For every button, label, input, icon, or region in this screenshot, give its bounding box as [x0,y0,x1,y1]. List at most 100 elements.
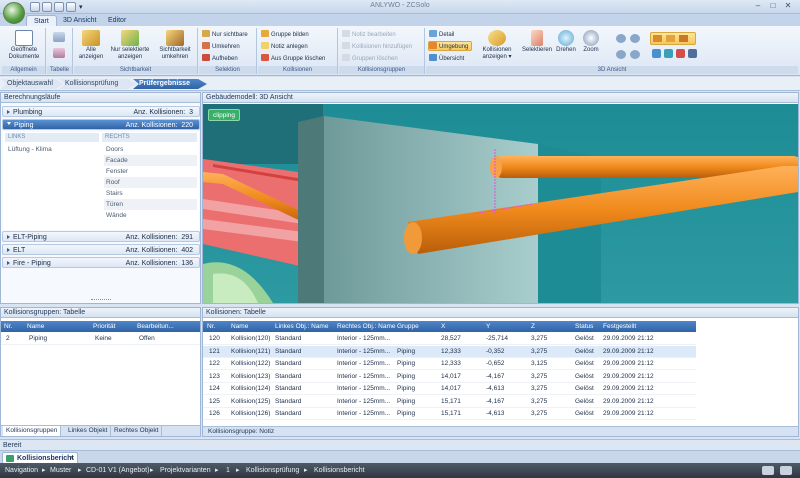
nav-item[interactable]: Kollisionsbericht [314,463,365,478]
column-header[interactable]: Linkes Obj.: Name [275,321,328,332]
close-icon[interactable]: ✕ [782,1,794,12]
add-collisions-button[interactable]: Kollisionen hinzufügen [342,42,412,52]
open-documents-button[interactable]: Geöffnete Dokumente [4,30,44,61]
doc-tab-kollisionsbericht[interactable]: Kollisionsbericht × [2,452,78,463]
column-header[interactable]: Festgestellt [603,321,636,332]
detail-button[interactable]: Detail [429,30,454,40]
view-top-icon[interactable] [679,35,688,42]
column-header[interactable]: Gruppe [397,321,419,332]
zoom-in-icon[interactable] [616,34,626,43]
tab-rechtes-objekt[interactable]: Rechtes Objekt [111,426,163,436]
column-header[interactable]: Name [27,321,44,332]
column-header[interactable]: X [441,321,445,332]
zoom-fit-icon[interactable] [630,50,640,59]
column-header[interactable]: Bearbeitun... [137,321,174,332]
clipping-badge[interactable]: clipping [208,109,241,121]
breadcrumb-pruefergebnisse[interactable]: Prüfergebnisse [133,79,207,89]
delete-groups-button[interactable]: Gruppen löschen [342,54,398,64]
camera-icon[interactable] [688,49,697,58]
rechts-item[interactable]: Doors [104,144,197,155]
breadcrumb-objektauswahl[interactable]: Objektauswahl [1,79,63,89]
create-note-button[interactable]: Notiz anlegen [261,42,308,52]
nav-item[interactable]: 1 [226,463,230,478]
rechts-item[interactable]: Wände [104,210,197,221]
table-row[interactable]: 122 Kollision(122) Standard Interior - 125m… [203,358,696,370]
view-front-icon[interactable] [653,35,662,42]
rechts-item[interactable]: Roof [104,177,197,188]
column-header[interactable]: Nr. [4,321,12,332]
environment-button[interactable]: Umgebung [428,41,473,51]
toggle-visibility-button[interactable]: Sichtbarkeit umkehren [154,30,196,61]
rechts-item[interactable]: Stairs [104,188,197,199]
run-plumbing[interactable]: Plumbing Anz. Kollisionen: 3 [2,106,200,117]
select-tool-button[interactable]: Selektieren [522,30,552,54]
links-item[interactable]: Lüftung - Klima [8,146,52,153]
zoom-window-icon[interactable] [616,50,626,59]
breadcrumb-kollisionspruefung[interactable]: Kollisionsprüfung [59,79,137,89]
zoom-tool-button[interactable]: Zoom [580,30,602,54]
shading-icon[interactable] [664,49,673,58]
monitor-icon[interactable] [762,466,774,475]
table-cell: -0,652 [486,360,505,367]
tab-kollisionsgruppen[interactable]: Kollisionsgruppen [3,426,62,436]
rechts-item[interactable]: Türen [104,199,197,210]
tab-editor[interactable]: Editor [101,15,133,26]
column-header[interactable]: Name [231,321,248,332]
nav-item[interactable]: Kollisionsprüfung [246,463,299,478]
column-header[interactable]: Nr. [207,321,215,332]
run-elt[interactable]: ELT Anz. Kollisionen: 402 [2,244,200,255]
color-mode-icon[interactable] [676,49,685,58]
run-elt-piping[interactable]: ELT-Piping Anz. Kollisionen: 291 [2,231,200,242]
redo-icon[interactable] [54,2,64,12]
table-row[interactable]: 124 Kollision(124) Standard Interior - 125m… [203,383,696,395]
nav-item[interactable]: Muster [50,463,71,478]
column-header[interactable]: Y [486,321,490,332]
save-icon[interactable] [30,2,40,12]
show-collisions-button[interactable]: Kollisionen anzeigen ▾ [480,30,514,61]
table-filter-icon[interactable] [53,48,65,58]
rotate-tool-button[interactable]: Drehen [554,30,578,54]
settings-icon[interactable] [780,466,792,475]
table-row[interactable]: 121 Kollision(121) Standard Interior - 125m… [203,345,696,358]
column-header[interactable]: Status [575,321,593,332]
table-row[interactable]: 120 Kollision(120) Standard Interior - 125m… [203,333,696,345]
edit-note-button[interactable]: Notiz bearbeiten [342,30,396,40]
nav-item[interactable]: CD-01 V1 (Angebot) [86,463,149,478]
tab-start[interactable]: Start [26,15,57,26]
table-row[interactable]: 125 Kollision(125) Standard Interior - 125m… [203,396,696,408]
minimize-icon[interactable]: – [752,1,764,12]
invert-selection-button[interactable]: Umkehren [202,42,240,52]
table-row[interactable]: 123 Kollision(123) Standard Interior - 125m… [203,371,696,383]
table-row[interactable]: 126 Kollision(126) Standard Interior - 125m… [203,408,696,420]
print-icon[interactable] [66,2,76,12]
run-fire-piping[interactable]: Fire - Piping Anz. Kollisionen: 136 [2,257,200,268]
column-header[interactable]: Z [531,321,535,332]
overview-button[interactable]: Übersicht [429,54,464,64]
show-all-button[interactable]: Alle anzeigen [76,30,106,61]
remove-from-group-button[interactable]: Aus Gruppe löschen [261,54,325,64]
clear-selection-button[interactable]: Aufheben [202,54,238,64]
tab-3d-ansicht[interactable]: 3D Ansicht [56,15,103,26]
table-row[interactable]: 2 Piping Keine Offen [1,333,200,345]
tab-linkes-objekt[interactable]: Linkes Objekt [65,426,112,436]
rechts-item[interactable]: Fenster [104,166,197,177]
render-mode-icon[interactable] [652,49,661,58]
undo-icon[interactable] [42,2,52,12]
view-side-icon[interactable] [666,35,675,42]
show-selected-button[interactable]: Nur selektierte anzeigen [108,30,152,61]
table-cell: 3,275 [531,410,548,417]
rechts-item[interactable]: Facade [104,155,197,166]
3d-scene[interactable] [203,104,798,303]
create-group-button[interactable]: Gruppe bilden [261,30,309,40]
table-tool-icon[interactable] [53,32,65,42]
only-visible-button[interactable]: Nur sichtbare [202,30,248,40]
zoom-out-icon[interactable] [630,34,640,43]
run-piping[interactable]: Piping Anz. Kollisionen: 220 [2,119,200,130]
maximize-icon[interactable]: □ [767,1,779,12]
nav-item[interactable]: Projektvarianten [160,463,211,478]
qat-dropdown-icon[interactable]: ▾ [79,3,83,11]
column-header[interactable]: Rechtes Obj.: Name [337,321,396,332]
splitter-grip[interactable] [91,299,111,301]
app-menu-button[interactable] [3,2,25,24]
column-header[interactable]: Priorität [93,321,115,332]
